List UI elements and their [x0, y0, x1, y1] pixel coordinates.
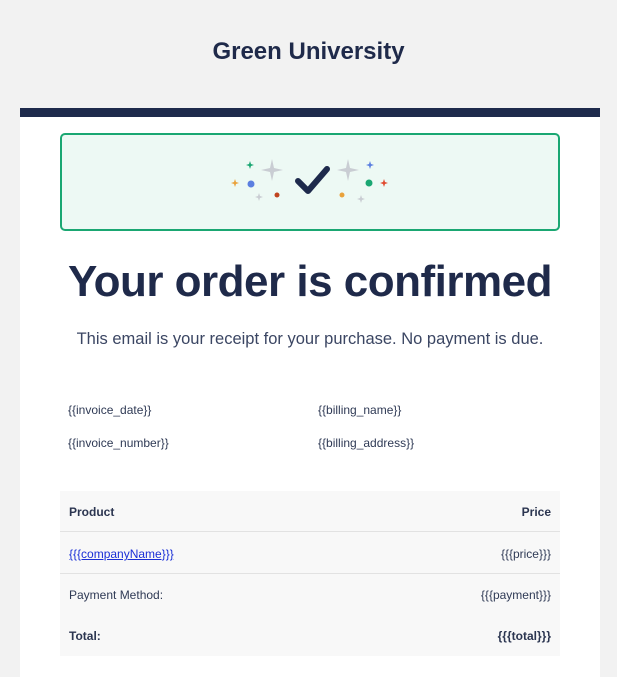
invoice-date: {{invoice_date}}: [68, 403, 152, 417]
brand-title: Green University: [212, 38, 405, 65]
payment-method-row: Payment Method: {{{payment}}}: [60, 574, 560, 615]
total-value: {{{total}}}: [497, 629, 551, 643]
confirmation-banner: [60, 133, 560, 231]
total-label: Total:: [69, 629, 101, 643]
order-table: Product Price {{{companyName}}} {{{price…: [60, 491, 560, 656]
billing-name: {{billing_name}}: [318, 403, 402, 417]
confirmation-headline: Your order is confirmed: [68, 257, 553, 306]
checkmark-sparkles-icon: [231, 159, 388, 203]
email-card: Your order is confirmed This email is yo…: [20, 108, 600, 677]
receipt-subtext: This email is your receipt for your purc…: [76, 330, 544, 348]
payment-method-label: Payment Method:: [69, 588, 164, 602]
total-row: Total: {{{total}}}: [60, 615, 560, 656]
product-column-header: Product: [69, 505, 115, 519]
table-header-row: Product Price: [60, 491, 560, 532]
invoice-number: {{invoice_number}}: [68, 436, 169, 450]
item-price: {{{price}}}: [500, 547, 551, 561]
payment-method-value: {{{payment}}}: [480, 588, 551, 602]
price-column-header: Price: [521, 505, 551, 519]
table-row: {{{companyName}}} {{{price}}}: [60, 533, 560, 574]
billing-address: {{billing_address}}: [318, 436, 415, 450]
product-link[interactable]: {{{companyName}}}: [69, 547, 174, 561]
